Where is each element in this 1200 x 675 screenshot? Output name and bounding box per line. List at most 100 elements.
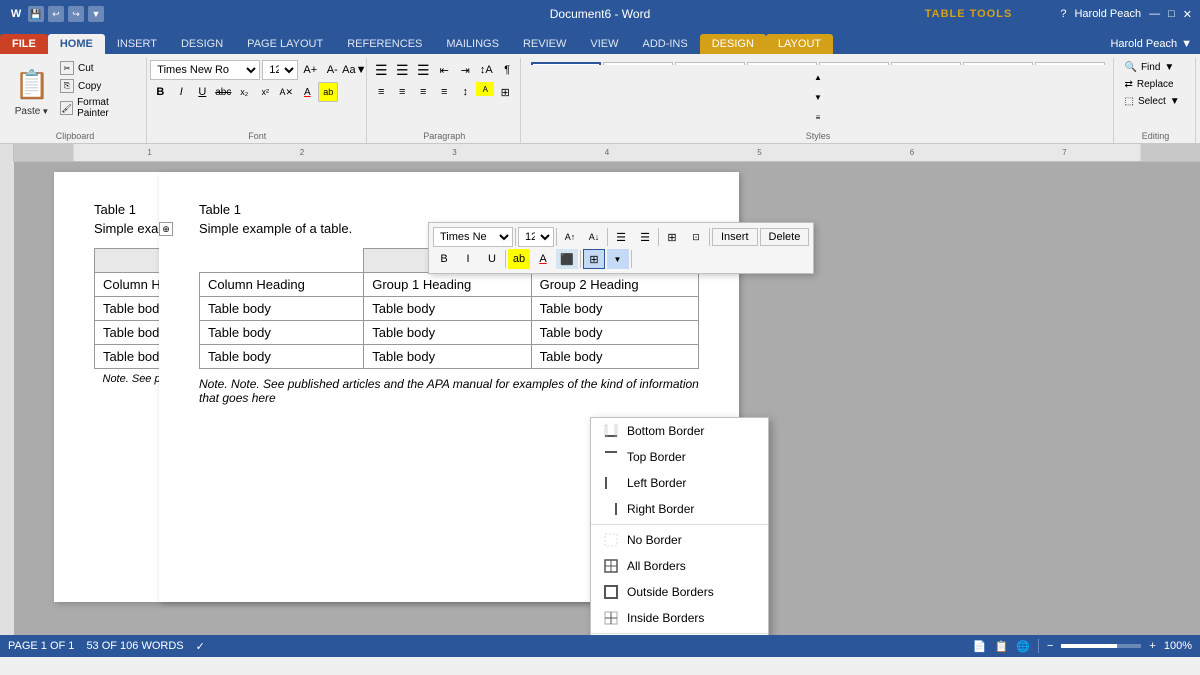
ft-font-color-btn[interactable]: A (532, 249, 554, 269)
style-normal[interactable]: AaBbCcI Normal (531, 62, 601, 65)
ft-font-grow[interactable]: A↑ (559, 227, 581, 247)
help-btn[interactable]: ? (1060, 8, 1066, 20)
close-btn[interactable]: ✕ (1183, 8, 1192, 21)
cm-outside-borders[interactable]: Outside Borders (591, 579, 768, 605)
copy-button[interactable]: ⎘ Copy (58, 78, 140, 94)
sort-btn[interactable]: ↕A (476, 60, 496, 80)
undo-icon[interactable]: ↩ (48, 6, 64, 22)
tab-view[interactable]: VIEW (578, 34, 630, 54)
tab-review[interactable]: REVIEW (511, 34, 578, 54)
styles-scroll-down[interactable]: ▼ (808, 87, 828, 107)
cm-no-border[interactable]: No Border (591, 527, 768, 553)
ft-font-shrink[interactable]: A↓ (583, 227, 605, 247)
redo-icon[interactable]: ↪ (68, 6, 84, 22)
font-family-select[interactable]: Times New Ro (150, 60, 260, 80)
zoom-bar[interactable] (1061, 644, 1141, 648)
style-heading4[interactable]: AaBbCcDc Heading 4 (891, 62, 961, 65)
view-print-btn[interactable]: 📋 (995, 640, 1009, 653)
ft-size-select[interactable]: 12 (518, 227, 554, 247)
ft-table-grid[interactable]: ⊞ (661, 227, 683, 247)
ft-bold-btn[interactable]: B (433, 249, 455, 269)
tab-design[interactable]: DESIGN (169, 34, 235, 54)
paste-button[interactable]: 📋 Paste▼ (10, 60, 54, 119)
show-para-btn[interactable]: ¶ (497, 60, 517, 80)
ft-underline-btn[interactable]: U (481, 249, 503, 269)
cm-top-border[interactable]: Top Border (591, 444, 768, 470)
subscript-button[interactable]: x₂ (234, 82, 254, 102)
pin-icon[interactable]: ▼ (88, 6, 104, 22)
ft-shading-btn[interactable]: ⬛ (556, 249, 578, 269)
ft-italic-btn[interactable]: I (457, 249, 479, 269)
style-no-spacing[interactable]: AaBbCcI No Spac... (603, 62, 673, 65)
cm-left-border[interactable]: Left Border (591, 470, 768, 496)
bold-button[interactable]: B (150, 82, 170, 102)
font-size-select[interactable]: 12 (262, 60, 298, 80)
align-right-btn[interactable]: ≡ (413, 82, 433, 102)
replace-button[interactable]: ⇄ Replace (1121, 77, 1191, 92)
multilevel-btn[interactable]: ☰ (413, 60, 433, 80)
italic-button[interactable]: I (171, 82, 191, 102)
superscript-button[interactable]: x² (255, 82, 275, 102)
maximize-btn[interactable]: □ (1168, 8, 1175, 20)
strikethrough-button[interactable]: abc (213, 82, 233, 102)
increase-font-btn[interactable]: A+ (300, 60, 320, 80)
select-button[interactable]: ⬚ Select▼ (1121, 94, 1191, 109)
highlight-btn[interactable]: ab (318, 82, 338, 102)
style-heading5[interactable]: AaBbCcDc Heading 5 (963, 62, 1033, 65)
tab-mailings[interactable]: MAILINGS (434, 34, 511, 54)
cm-inside-borders[interactable]: Inside Borders (591, 605, 768, 631)
ft-table-props[interactable]: ⊡ (685, 227, 707, 247)
find-button[interactable]: 🔍 Find▼ (1121, 60, 1191, 75)
tab-file[interactable]: FILE (0, 34, 48, 54)
format-painter-button[interactable]: 🖌 Format Painter (58, 96, 140, 120)
cm-all-borders[interactable]: All Borders (591, 553, 768, 579)
ft-borders-btn[interactable]: ⊞ (583, 249, 605, 269)
bullets-btn[interactable]: ☰ (371, 60, 391, 80)
style-heading1[interactable]: AaBbCc Heading 1 (675, 62, 745, 65)
styles-scroll-up[interactable]: ▲ (808, 67, 828, 87)
table-move-handle[interactable]: ⊕ (159, 222, 173, 236)
tab-home[interactable]: HOME (48, 34, 105, 54)
ft-font-select[interactable]: Times Ne (433, 227, 513, 247)
cm-bottom-border[interactable]: Bottom Border (591, 418, 768, 444)
tab-references[interactable]: REFERENCES (335, 34, 434, 54)
line-spacing-btn[interactable]: ↕ (455, 82, 475, 102)
change-case-btn[interactable]: Aa▼ (344, 60, 364, 80)
cut-button[interactable]: ✂ Cut (58, 60, 140, 76)
left-border-icon (603, 475, 619, 491)
increase-indent-btn[interactable]: ⇥ (455, 60, 475, 80)
doc-scroll[interactable]: Table 1 Simple example of a tab... ...ng… (14, 162, 1200, 635)
proofing-icon[interactable]: ✓ (196, 640, 205, 653)
ft-indent-btn[interactable]: ☰ (634, 227, 656, 247)
zoom-in-btn[interactable]: + (1149, 640, 1155, 652)
tab-table-design[interactable]: DESIGN (700, 34, 766, 54)
justify-btn[interactable]: ≡ (434, 82, 454, 102)
shading-btn[interactable]: A (476, 82, 494, 96)
zoom-out-btn[interactable]: − (1047, 640, 1053, 652)
view-web-btn[interactable]: 🌐 (1016, 640, 1030, 653)
decrease-font-btn[interactable]: A- (322, 60, 342, 80)
ft-delete-button[interactable]: Delete (760, 228, 810, 246)
tab-add-ins[interactable]: ADD-INS (630, 34, 699, 54)
ft-highlight-btn[interactable]: ab (508, 249, 530, 269)
borders-btn[interactable]: ⊞ (495, 82, 515, 102)
align-center-btn[interactable]: ≡ (392, 82, 412, 102)
save-icon[interactable]: 💾 (28, 6, 44, 22)
view-read-btn[interactable]: 📄 (973, 640, 987, 653)
tab-page-layout[interactable]: PAGE LAYOUT (235, 34, 335, 54)
ft-insert-button[interactable]: Insert (712, 228, 758, 246)
styles-expand[interactable]: ≡ (808, 107, 828, 127)
align-left-btn[interactable]: ≡ (371, 82, 391, 102)
minimize-btn[interactable]: — (1149, 8, 1160, 20)
style-heading6[interactable]: AaBbCcDc Heading 6 (1035, 62, 1105, 65)
numbering-btn[interactable]: ☰ (392, 60, 412, 80)
decrease-indent-btn[interactable]: ⇤ (434, 60, 454, 80)
ft-borders-dropdown[interactable]: ▼ (607, 249, 629, 269)
clear-format-btn[interactable]: A✕ (276, 82, 296, 102)
cm-right-border[interactable]: Right Border (591, 496, 768, 522)
font-color-btn[interactable]: A (297, 82, 317, 102)
ft-bullets-btn[interactable]: ☰ (610, 227, 632, 247)
tab-insert[interactable]: INSERT (105, 34, 169, 54)
underline-button[interactable]: U (192, 82, 212, 102)
tab-table-layout[interactable]: LAYOUT (766, 34, 833, 54)
